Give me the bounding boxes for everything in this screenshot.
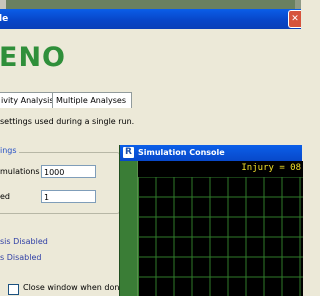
simulations-input[interactable]: 1000 <box>41 165 96 178</box>
simulation-console-title: Simulation Console <box>138 148 225 157</box>
background-window-edge-right <box>295 0 301 9</box>
settings-group-box <box>0 152 120 214</box>
simulation-console-titlebar[interactable]: R Simulation Console <box>120 145 302 161</box>
console-display: Injury = 08 <box>137 161 303 296</box>
analysis-status-1[interactable]: sis Disabled <box>0 237 48 246</box>
settings-description: settings used during a single run. <box>0 117 135 126</box>
tab-multiple-analyses[interactable]: Multiple Analyses <box>52 92 132 108</box>
settings-group-label: ings <box>0 146 19 155</box>
window-titlebar[interactable]: le ✕ <box>0 9 301 29</box>
console-grid <box>138 177 303 296</box>
simulation-console-window[interactable]: R Simulation Console Injury = 08 <box>119 145 303 296</box>
close-when-done-label: Close window when don <box>23 283 120 292</box>
window-title: le <box>0 14 9 24</box>
console-side-panel <box>120 161 137 296</box>
tab-sensitivity-analysis[interactable]: ivity Analysis <box>0 92 54 108</box>
r-logo-icon: R <box>123 147 134 158</box>
console-readout: Injury = 08 <box>241 163 301 173</box>
close-icon[interactable]: ✕ <box>288 10 301 28</box>
close-when-done-checkbox[interactable] <box>8 284 19 295</box>
app-brand-title: ENO <box>0 42 66 73</box>
analysis-status-2[interactable]: s Disabled <box>0 253 41 262</box>
background-window-edge <box>0 0 6 9</box>
seed-input[interactable]: 1 <box>41 190 96 203</box>
simulations-label: mulations <box>0 167 40 176</box>
seed-label: ed <box>0 192 10 201</box>
